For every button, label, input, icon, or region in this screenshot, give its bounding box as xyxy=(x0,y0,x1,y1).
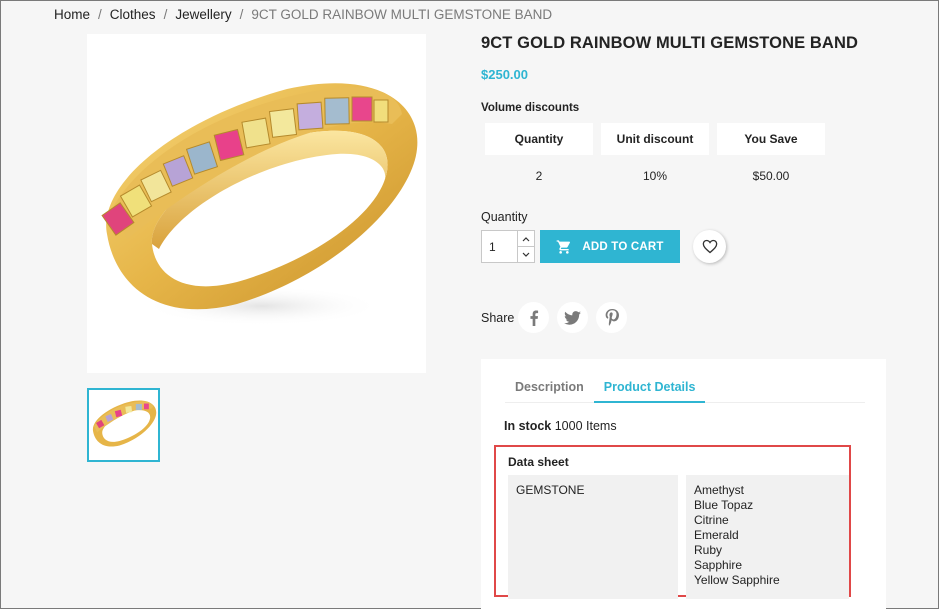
quantity-label: Quantity xyxy=(481,210,528,224)
product-tabs-panel: Description Product Details In stock 100… xyxy=(481,359,886,609)
table-cell-unit-discount: 10% xyxy=(642,169,668,183)
chevron-down-icon xyxy=(522,252,530,257)
feature-value: Emerald xyxy=(694,528,739,542)
breadcrumb: Home / Clothes / Jewellery / 9CT GOLD RA… xyxy=(54,7,552,22)
ring-image xyxy=(101,83,418,326)
product-thumbnail[interactable] xyxy=(87,388,160,462)
tab-product-details[interactable]: Product Details xyxy=(593,369,706,403)
table-header-row: Quantity Unit discount You Save xyxy=(481,123,829,155)
feature-value: Ruby xyxy=(694,543,723,557)
breadcrumb-separator: / xyxy=(163,7,168,22)
quantity-buttons xyxy=(517,231,534,262)
share-pinterest-button[interactable] xyxy=(596,302,627,333)
quantity-decrease-button[interactable] xyxy=(518,247,534,262)
data-sheet-title: Data sheet xyxy=(508,455,569,469)
table-cell-you-save: $50.00 xyxy=(752,169,790,183)
breadcrumb-clothes[interactable]: Clothes xyxy=(110,7,156,22)
quantity-increase-button[interactable] xyxy=(518,231,534,247)
product-price: $250.00 xyxy=(481,67,528,82)
breadcrumb-separator: / xyxy=(98,7,102,22)
share-facebook-button[interactable] xyxy=(518,302,549,333)
feature-value: Citrine xyxy=(694,513,729,527)
twitter-icon xyxy=(564,310,581,325)
product-tabs: Description Product Details xyxy=(505,369,865,403)
wishlist-button[interactable] xyxy=(693,230,726,263)
feature-value: Amethyst xyxy=(694,483,745,497)
data-sheet: Data sheet GEMSTONE Amethyst Blue Topaz … xyxy=(494,445,851,599)
share-twitter-button[interactable] xyxy=(557,302,588,333)
feature-value: Sapphire xyxy=(694,558,743,572)
feature-value: Yellow Sapphire xyxy=(694,573,780,587)
table-header-quantity: Quantity xyxy=(485,123,593,155)
product-title: 9CT GOLD RAINBOW MULTI GEMSTONE BAND xyxy=(481,34,858,52)
add-to-cart-button[interactable]: ADD TO CART xyxy=(540,230,680,263)
chevron-up-icon xyxy=(522,236,530,241)
product-main-image[interactable] xyxy=(87,34,426,373)
heart-icon xyxy=(702,239,717,254)
stock-value: 1000 Items xyxy=(554,419,617,433)
table-header-you-save: You Save xyxy=(717,123,825,155)
quantity-stepper xyxy=(481,230,535,263)
table-header-unit-discount: Unit discount xyxy=(601,123,709,155)
volume-discounts-table: Quantity Unit discount You Save 2 10% $5… xyxy=(481,123,829,189)
feature-name: GEMSTONE xyxy=(508,475,678,599)
quantity-input[interactable] xyxy=(482,231,517,262)
breadcrumb-home[interactable]: Home xyxy=(54,7,90,22)
share-label: Share xyxy=(481,311,515,325)
volume-discounts-title: Volume discounts xyxy=(481,102,580,114)
breadcrumb-separator: / xyxy=(239,7,244,22)
table-cell-quantity: 2 xyxy=(535,169,543,183)
stock-info: In stock 1000 Items xyxy=(504,419,617,433)
breadcrumb-current: 9CT GOLD RAINBOW MULTI GEMSTONE BAND xyxy=(251,7,553,22)
add-to-cart-label: ADD TO CART xyxy=(582,240,664,253)
facebook-icon xyxy=(529,309,538,326)
ring-thumbnail-image xyxy=(92,400,157,447)
table-row: 2 10% $50.00 xyxy=(481,155,829,189)
breadcrumb-jewellery[interactable]: Jewellery xyxy=(175,7,231,22)
pinterest-icon xyxy=(605,309,619,326)
shopping-cart-icon xyxy=(557,239,571,254)
feature-values: Amethyst Blue Topaz Citrine Emerald Ruby… xyxy=(686,475,849,599)
stock-label: In stock xyxy=(504,419,552,433)
tab-description[interactable]: Description xyxy=(505,369,594,403)
feature-value: Blue Topaz xyxy=(694,498,754,512)
